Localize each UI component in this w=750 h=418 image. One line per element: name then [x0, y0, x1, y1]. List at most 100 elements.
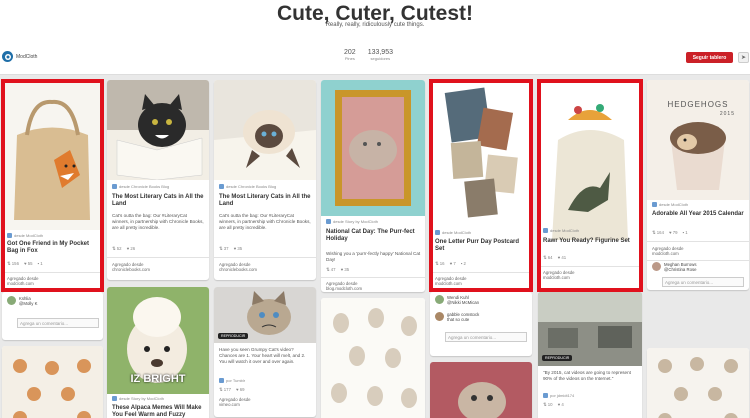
commenter[interactable]: Wendi Kuhl @Nikki McMican: [435, 295, 479, 305]
pin-image-cat-upside[interactable]: [214, 80, 316, 180]
pin-via[interactable]: Agregado desde modcloth.com: [7, 276, 39, 286]
avatar[interactable]: [652, 262, 661, 271]
pin-counts: ⇅ 156 ♥ 55 ▪ 1: [7, 261, 43, 267]
source-icon: [112, 396, 117, 401]
follow-board-button[interactable]: Seguir tablero: [686, 52, 733, 63]
pins-stat[interactable]: 202 Pines: [344, 49, 356, 61]
pin-via[interactable]: Agregado desde vimeo.com: [219, 397, 251, 407]
comment-input[interactable]: Agrega un comentario...: [17, 318, 99, 328]
repin-count: ⇅ 37: [219, 246, 229, 251]
pin-via[interactable]: Agregado desde chroniclebooks.com: [112, 262, 150, 272]
like-count: ♥ 35: [233, 246, 243, 251]
pin-image-fox-bag[interactable]: [2, 80, 103, 230]
pin-national-cat-day[interactable]: desde Story by ModCloth National Cat Day…: [321, 80, 425, 292]
pin-counts: ⇅ 37 ♥ 35: [219, 246, 242, 252]
pin-via[interactable]: Agregado desde chroniclebooks.com: [219, 262, 257, 272]
source-icon: [326, 219, 331, 224]
calendar-year: 2015: [719, 111, 735, 117]
commenter[interactable]: gabble comstock that so cute: [435, 312, 479, 322]
pin-image-cats-pattern[interactable]: [647, 348, 749, 418]
followers-count: 133,953: [367, 49, 393, 56]
source-icon: [7, 233, 12, 238]
pin-cat-calendar[interactable]: [647, 348, 749, 418]
owner-avatar[interactable]: [2, 51, 13, 62]
pin-kitten-flowers[interactable]: [430, 362, 532, 418]
pin-fox-bag[interactable]: desde ModCloth Got One Friend in My Pock…: [2, 80, 103, 290]
pin-postcard-set[interactable]: desde ModCloth One Letter Purr Day Postc…: [430, 80, 532, 290]
calendar-title: HEDGEHOGS: [667, 100, 729, 109]
pin-grumpy-cat-video[interactable]: REPRODUCIR Have you seen Grumpy Cat's vi…: [214, 287, 316, 417]
pin-image-bunnies[interactable]: [321, 298, 425, 418]
pin-image-cat-book[interactable]: [107, 80, 209, 180]
pin-title[interactable]: National Cat Day: The Purr-fect Holiday: [326, 229, 421, 243]
pin-source[interactable]: desde Story by ModCloth: [326, 219, 378, 224]
pin-title[interactable]: The Most Literary Cats in All the Land: [112, 194, 205, 208]
pin-counts: ⇅ 164 ♥ 79 ▪ 1: [652, 230, 688, 236]
repin-count: ⇅ 64: [543, 255, 553, 260]
pin-source[interactable]: desde Chronicle Books Blog: [219, 184, 276, 189]
like-count: ♥ 4: [557, 402, 564, 407]
pin-via[interactable]: Agregado desde modcloth.com: [543, 270, 575, 280]
pin-description: Cat's outta the bag: Our #LiteraryCat wi…: [219, 213, 311, 230]
pin-alpaca-memes[interactable]: IZ BRIGHT desde Story by ModCloth These …: [107, 287, 209, 418]
pin-bunny-pattern[interactable]: [321, 298, 425, 418]
pin-counts: ⇅ 16 ♥ 7 ▪ 2: [435, 261, 466, 267]
source-icon: [435, 230, 440, 235]
board-page: Cute, Cuter, Cutest! Really, really, rid…: [0, 0, 750, 418]
pin-figurine-set[interactable]: desde ModCloth Rawr You Ready? Figurine …: [538, 80, 642, 290]
pin-source[interactable]: desde ModCloth: [7, 233, 43, 238]
pin-source[interactable]: desde ModCloth: [543, 228, 579, 233]
repin-count: ⇅ 156: [7, 261, 19, 266]
comment-count: ▪ 1: [37, 261, 43, 266]
pin-literary-cat-1[interactable]: desde Chronicle Books Blog The Most Lite…: [107, 80, 209, 280]
send-button[interactable]: ➤: [738, 52, 749, 63]
pin-description: Wishing you a 'purrr-fectly happy' Natio…: [326, 251, 421, 262]
board-owner[interactable]: ModCloth: [2, 51, 37, 62]
pin-description: Cat's outta the bag: Our #LiteraryCat wi…: [112, 213, 204, 230]
like-count: ♥ 7: [449, 261, 456, 266]
pin-via[interactable]: Agregado desde modcloth.com: [435, 276, 467, 286]
board-header: Cute, Cuter, Cutest! Really, really, rid…: [0, 0, 750, 75]
comment-card-col5: Wendi Kuhl @Nikki McMican gabble comstock…: [430, 292, 532, 356]
pin-title[interactable]: Got One Friend in My Pocket Bag in Fox: [7, 241, 99, 255]
followers-stat[interactable]: 133,953 seguidores: [368, 49, 393, 61]
pin-source[interactable]: desde ModCloth: [652, 202, 688, 207]
pin-corgi-pattern[interactable]: [2, 346, 103, 418]
pin-title[interactable]: One Letter Purr Day Postcard Set: [435, 239, 528, 253]
comment-input[interactable]: Agrega un comentario...: [445, 332, 527, 342]
pin-image-postcards[interactable]: [430, 80, 532, 228]
pin-source[interactable]: por jdmidt174: [543, 393, 574, 398]
like-count: ♥ 55: [23, 261, 33, 266]
play-video-badge[interactable]: REPRODUCIR: [542, 355, 573, 361]
pin-source[interactable]: desde Story by ModCloth: [112, 396, 164, 401]
pin-title[interactable]: Rawr You Ready? Figurine Set: [543, 238, 638, 245]
play-video-badge[interactable]: REPRODUCIR: [218, 333, 249, 339]
avatar[interactable]: [435, 312, 444, 321]
pin-source[interactable]: desde Chronicle Books Blog: [112, 184, 169, 189]
pin-source[interactable]: desde ModCloth: [435, 230, 471, 235]
pin-via[interactable]: Agregado desde blog.modcloth.com: [326, 281, 362, 291]
pins-label: Pines: [344, 56, 355, 61]
pin-title[interactable]: Adorable All Year 2015 Calendar: [652, 211, 745, 218]
pin-image-hedgehog[interactable]: [647, 80, 749, 200]
commenter[interactable]: Kshlia @Molly K: [7, 296, 37, 306]
pin-literary-cat-2[interactable]: desde Chronicle Books Blog The Most Lite…: [214, 80, 316, 280]
source-icon: [652, 202, 657, 207]
repin-count: ⇅ 52: [112, 246, 122, 251]
avatar[interactable]: [7, 296, 16, 305]
commenter[interactable]: Meghan Burrows @Christina Rose: [652, 262, 697, 272]
comment-input[interactable]: Agrega un comentario...: [662, 277, 744, 287]
pin-cat-video-stat[interactable]: REPRODUCIR "By 2015, cat videos are goin…: [538, 292, 642, 418]
pin-image-kitten[interactable]: [430, 362, 532, 418]
pin-via[interactable]: Agregado desde modcloth.com: [652, 246, 684, 256]
pin-title[interactable]: These Alpaca Memes Will Make You Feel Wa…: [112, 405, 205, 418]
pin-image-dinosaur-bag[interactable]: [538, 80, 642, 250]
avatar[interactable]: [435, 295, 444, 304]
pin-source[interactable]: por Tumblr: [219, 378, 245, 383]
pin-image-framed-cat[interactable]: [321, 80, 425, 216]
pin-image-corgis[interactable]: [2, 346, 103, 418]
pin-hedgehog-calendar[interactable]: HEDGEHOGS 2015 desde ModCloth Adorable A…: [647, 80, 749, 290]
owner-name[interactable]: ModCloth: [16, 54, 37, 60]
board-description: Really, really, ridiculously cute things…: [325, 22, 425, 28]
pin-title[interactable]: The Most Literary Cats in All the Land: [219, 194, 312, 208]
